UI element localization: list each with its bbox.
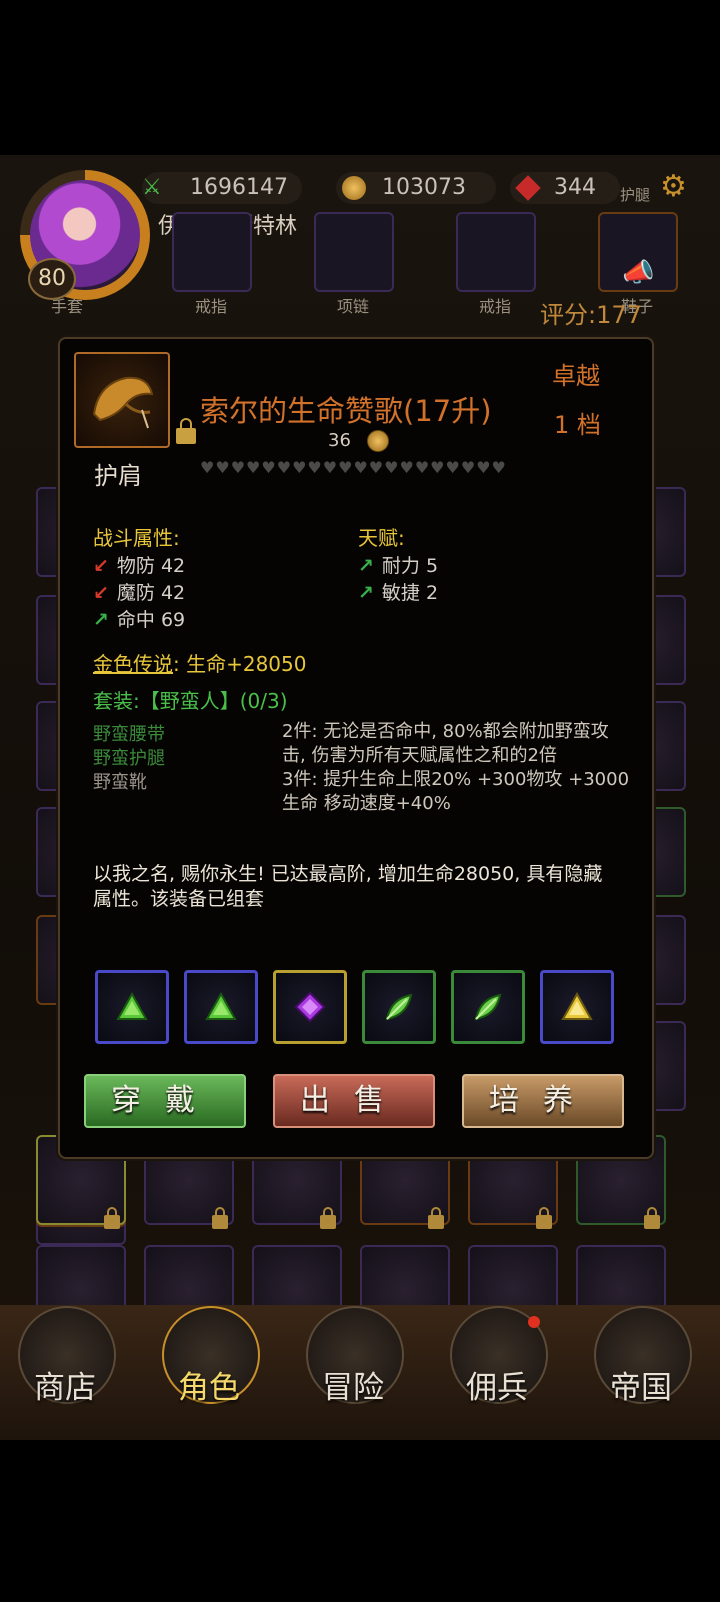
gold-pill: 103073 [336,172,496,204]
equip-label-ring: 戒指 [194,297,227,316]
sword-icon: ⚔ [142,175,162,200]
talent-title: 天赋: [358,526,405,550]
stat-row: ↙ 魔防 42 [93,582,186,604]
power-pill: ⚔ 1696147 [142,172,302,204]
coin-icon [342,176,366,200]
arrow-down-icon: ↙ [93,582,109,604]
set-piece: 野蛮护腿 [93,748,165,769]
item-grade: 1 档 [554,411,601,439]
lock-icon [428,1207,444,1229]
nav-adventure[interactable]: 冒险 [298,1300,408,1410]
gem-socket[interactable] [540,970,614,1044]
equip-label-necklace: 项链 [336,297,369,316]
arrow-up-icon: ↗ [93,609,109,631]
shoulder-armor-icon [92,376,154,429]
gem-socket[interactable] [95,970,169,1044]
nav-label: 佣兵 [466,1370,528,1406]
purple-diamond-gem-icon [294,991,326,1023]
item-description: 以我之名, 赐你永生! 已达最高阶, 增加生命28050, 具有隐藏属性。该装备… [93,863,603,910]
equip-label-gloves: 手套 [50,297,83,316]
green-triangle-gem-icon [205,991,237,1020]
train-button[interactable]: 培养 [462,1074,624,1128]
green-triangle-gem-icon [116,991,148,1020]
set-bonus-desc: 2件: 无论是否命中, 80%都会附加野蛮攻击, 伤害为所有天赋属性之和的2倍 … [282,720,632,816]
notification-dot [528,1316,540,1328]
nav-label: 角色 [178,1370,240,1406]
item-slot-type: 护肩 [94,462,142,490]
score-label: 评分:177 [540,301,642,329]
lock-icon [320,1207,336,1229]
nav-shop[interactable]: 商店 [10,1300,120,1410]
gem-pill: 344 [510,172,620,204]
green-leaf-gem-icon [385,993,413,1021]
item-icon [74,352,170,448]
stat-row: ↗ 耐力 5 [358,555,439,577]
megaphone-icon[interactable]: 📣 [622,258,654,288]
arrow-down-icon: ↙ [93,555,109,577]
gem-socket[interactable] [451,970,525,1044]
item-name: 索尔的生命赞歌(17升) [200,394,492,428]
gem-socket[interactable] [273,970,347,1044]
nav-label: 帝国 [610,1370,672,1406]
power-value: 1696147 [190,175,288,200]
stat-row: ↙ 物防 42 [93,555,186,577]
sell-button[interactable]: 出售 [273,1074,435,1128]
gem-value: 344 [554,175,596,200]
nav-character[interactable]: 角色 [154,1300,264,1410]
set-piece: 野蛮腰带 [93,724,165,745]
arrow-up-icon: ↗ [358,582,374,604]
gem-socket[interactable] [184,970,258,1044]
nav-label: 冒险 [322,1370,384,1406]
item-price: 36 [328,430,351,451]
nav-empire[interactable]: 帝国 [586,1300,696,1410]
gold-value: 103073 [382,175,466,200]
coin-icon [367,430,389,452]
item-quality: 卓越 [552,362,600,390]
yellow-triangle-gem-icon [561,991,593,1020]
arrow-up-icon: ↗ [358,555,374,577]
legend-bonus: 金色传说: 生命+28050 [93,652,307,676]
stat-row: ↗ 敏捷 2 [358,582,439,604]
set-bonus-2: 2件: 无论是否命中, 80%都会附加野蛮攻击, 伤害为所有天赋属性之和的2倍 [282,721,609,766]
equip-label-ring: 戒指 [478,297,511,316]
lock-icon [644,1207,660,1229]
equip-slot-necklace[interactable] [314,212,394,292]
hearts-row: ♥♥♥♥♥♥♥♥♥♥♥♥♥♥♥♥♥♥♥♥ [200,458,507,477]
equip-button[interactable]: 穿戴 [84,1074,246,1128]
nav-label: 商店 [34,1370,96,1406]
equip-slot-ring[interactable] [172,212,252,292]
green-leaf-gem-icon [474,993,502,1021]
lock-icon [536,1207,552,1229]
stat-row: ↗ 命中 69 [93,609,186,631]
set-piece: 野蛮靴 [93,772,147,793]
gem-socket[interactable] [362,970,436,1044]
ruby-icon [515,175,541,201]
lock-icon [104,1207,120,1229]
lock-icon [212,1207,228,1229]
equip-slot-ring[interactable] [456,212,536,292]
combat-stats-title: 战斗属性: [93,526,180,550]
lock-icon[interactable] [176,418,196,444]
leggings-label: 护腿 [620,186,651,204]
set-bonus-3: 3件: 提升生命上限20% +300物攻 +3000生命 移动速度+40% [282,769,630,814]
set-title: 套装:【野蛮人】(0/3) [93,689,288,713]
gear-icon[interactable]: ⚙ [660,172,687,202]
